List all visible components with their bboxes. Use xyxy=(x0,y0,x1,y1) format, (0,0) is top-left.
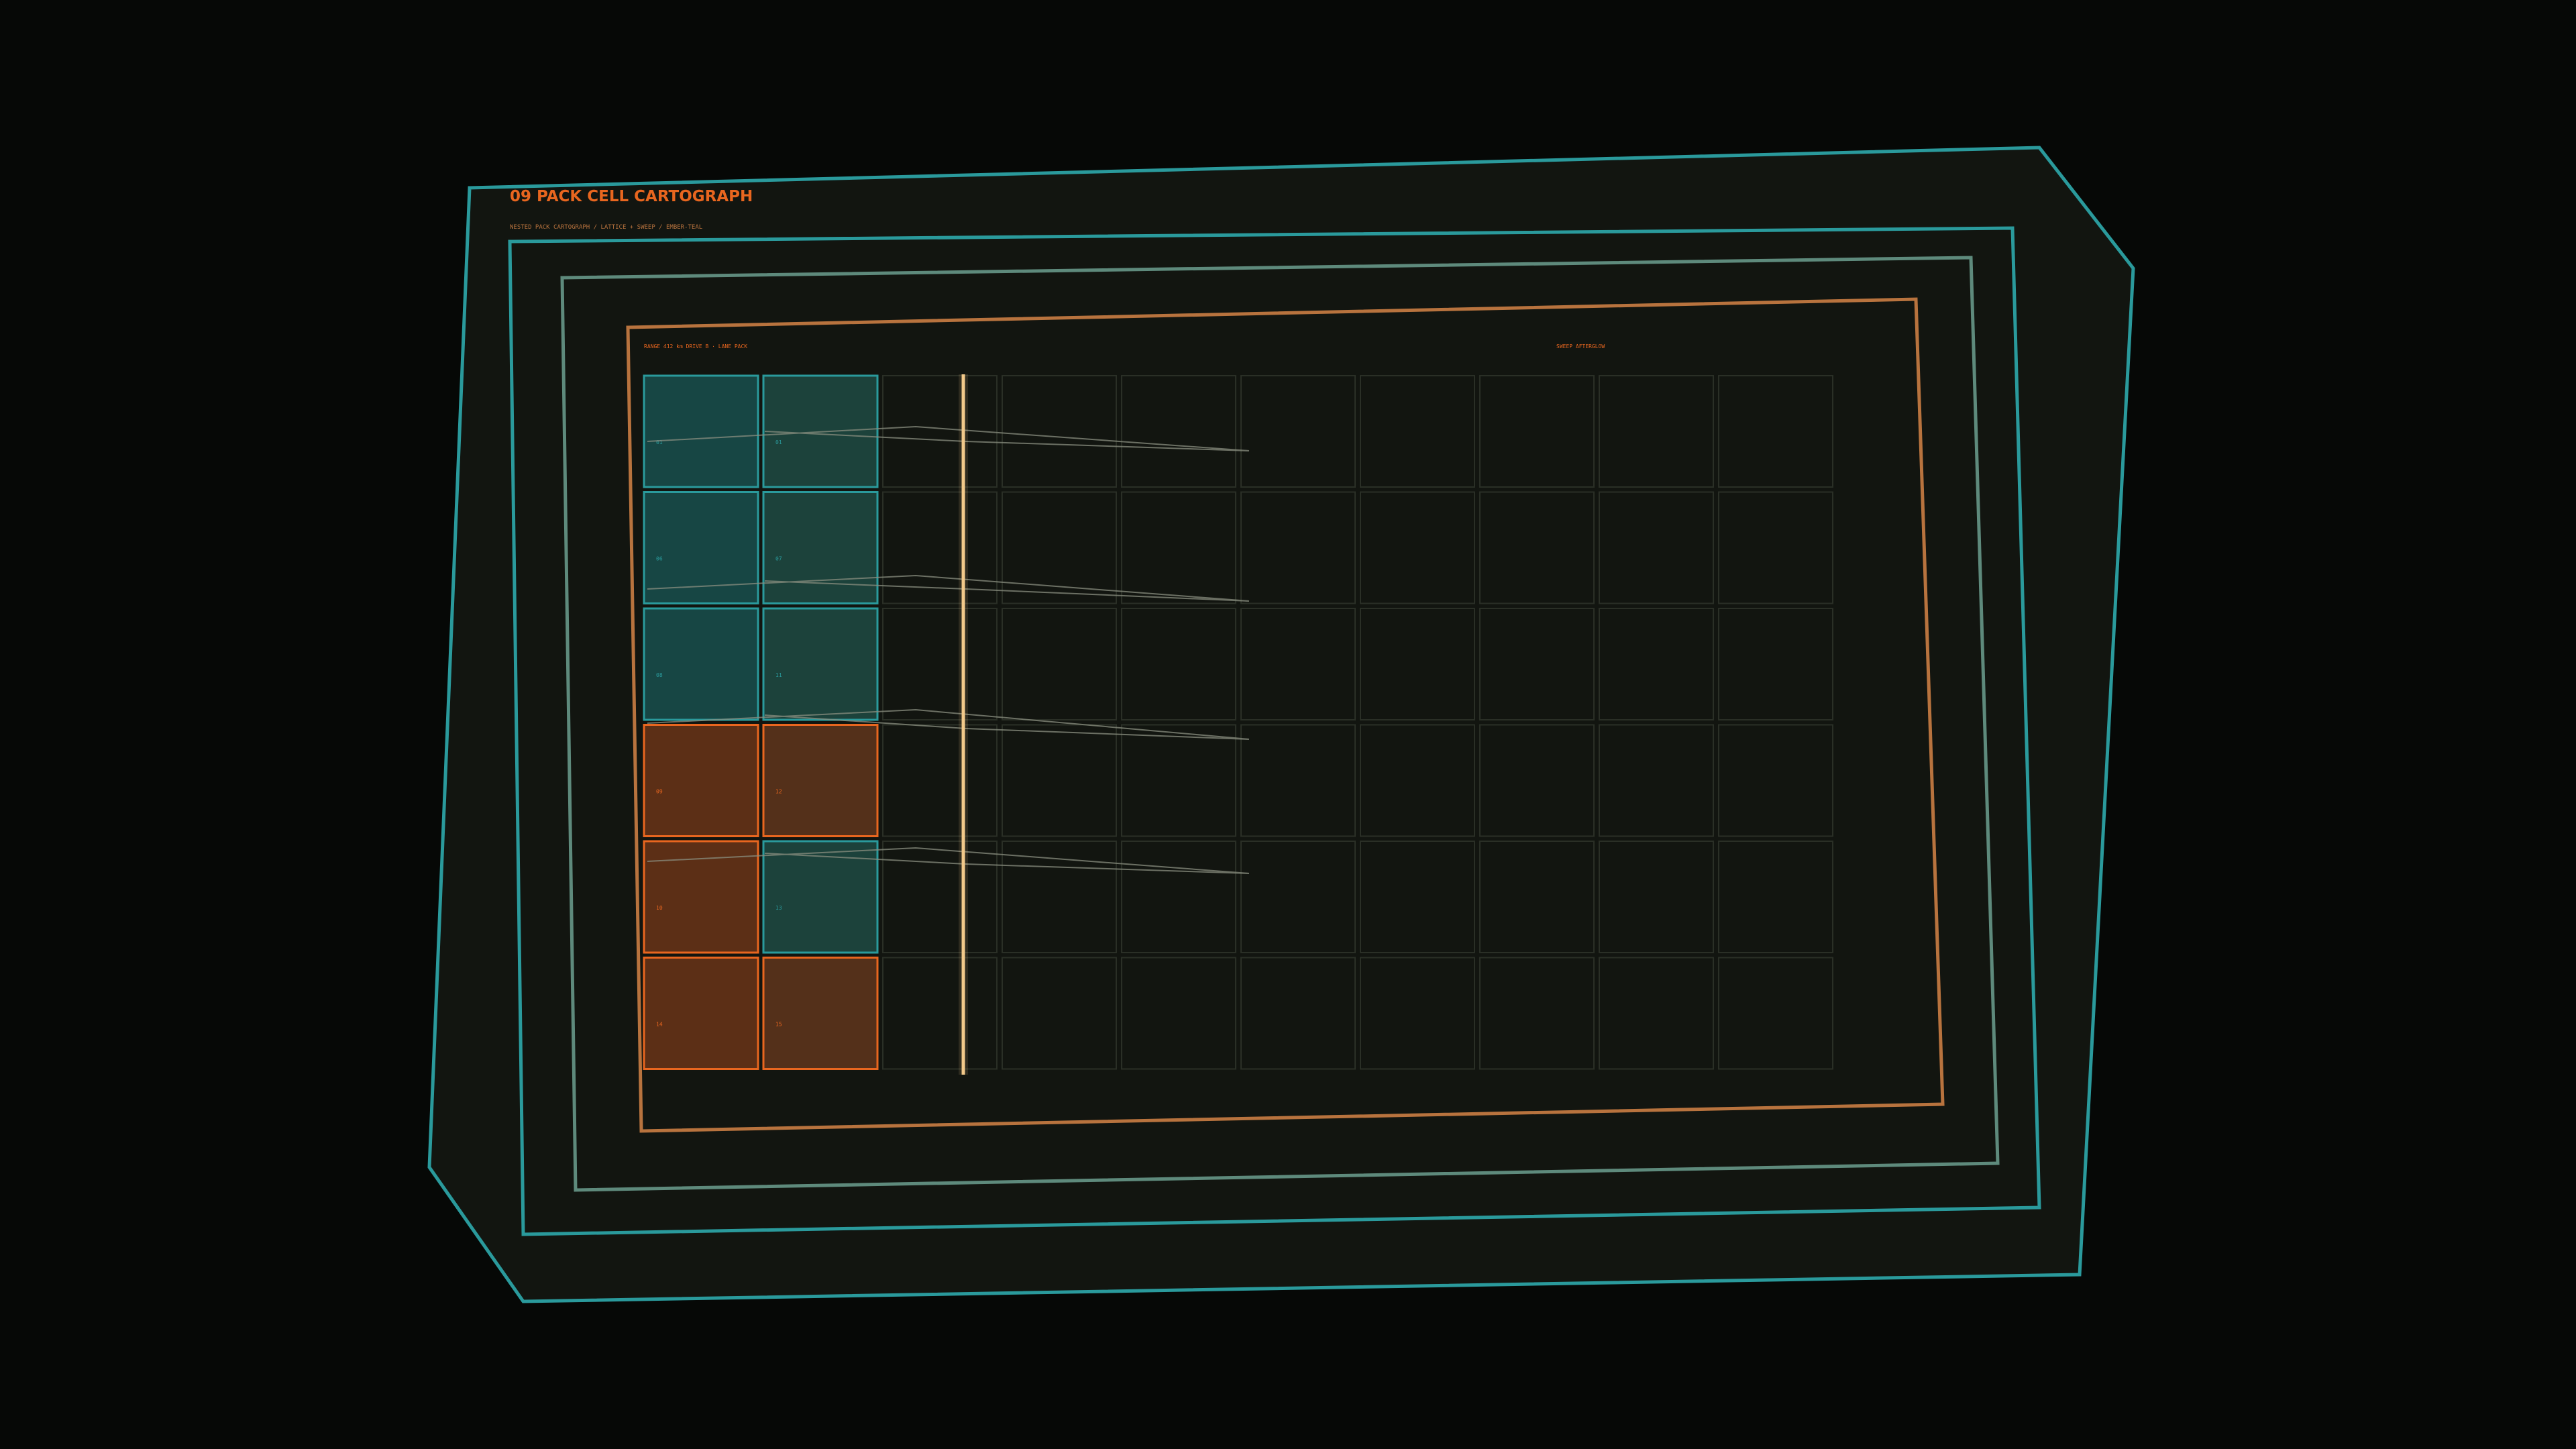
pack-cell-ember[interactable] xyxy=(762,957,879,1070)
pack-cell-ember[interactable] xyxy=(762,724,879,837)
range-drive-label: RANGE 412 km DRIVE B · LANE PACK xyxy=(644,343,747,350)
cell-id-label: 09 xyxy=(656,789,663,795)
sweep-afterglow-label: SWEEP AFTERGLOW xyxy=(1556,343,1605,350)
cell-id-label: 08 xyxy=(656,672,663,678)
section-index: 09 xyxy=(510,188,531,205)
page-title: PACK CELL CARTOGRAPH xyxy=(537,188,753,205)
pack-cell-ember[interactable] xyxy=(643,724,759,837)
pack-cell-teal[interactable] xyxy=(643,607,759,721)
cell-id-label: 14 xyxy=(656,1022,663,1028)
pack-cartograph-canvas: 09 PACK CELL CARTOGRAPH NESTED PACK CART… xyxy=(0,0,2576,1449)
cell-id-label: 13 xyxy=(775,905,782,911)
pack-cell-teal[interactable] xyxy=(762,607,879,721)
cell-id-label: 01 xyxy=(775,439,782,445)
cell-id-label: 15 xyxy=(775,1022,782,1028)
pack-cell-teal[interactable] xyxy=(762,491,879,604)
cell-id-label: 07 xyxy=(775,556,782,562)
cell-id-label: 10 xyxy=(656,905,663,911)
pack-cell-ember[interactable] xyxy=(643,957,759,1070)
pack-cell-ember[interactable] xyxy=(643,840,759,954)
cell-id-label: 06 xyxy=(656,556,663,562)
cell-id-label: 12 xyxy=(775,789,782,795)
pack-cell-teal[interactable] xyxy=(643,374,759,488)
cell-id-label: 11 xyxy=(775,672,782,678)
page-subtitle: NESTED PACK CARTOGRAPH / LATTICE + SWEEP… xyxy=(510,224,702,231)
